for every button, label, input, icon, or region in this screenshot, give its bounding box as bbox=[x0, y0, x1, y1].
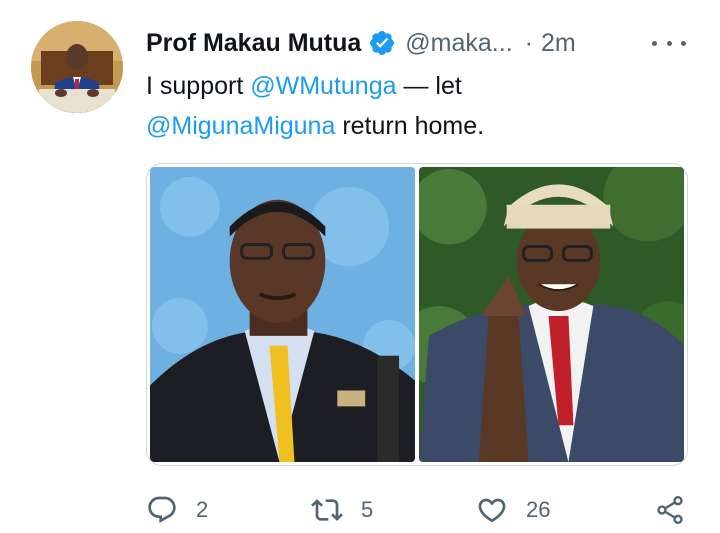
retweet-icon bbox=[311, 499, 343, 521]
like-count: 26 bbox=[526, 497, 551, 522]
more-dot-icon bbox=[652, 40, 657, 46]
separator-dot: · bbox=[524, 28, 533, 57]
more-options-button[interactable] bbox=[652, 30, 686, 56]
tweet-text: I support @WMutunga — let @MigunaMiguna … bbox=[146, 66, 666, 146]
photo-image bbox=[150, 167, 415, 462]
reply-icon bbox=[148, 496, 176, 523]
retweet-button[interactable]: 5 bbox=[311, 490, 373, 530]
more-dot-icon bbox=[681, 40, 686, 46]
media-photo-1[interactable] bbox=[150, 167, 415, 462]
reply-button[interactable]: 2 bbox=[146, 490, 208, 530]
reply-count: 2 bbox=[196, 497, 209, 522]
tweet-text-segment: — let bbox=[396, 72, 462, 100]
avatar-image bbox=[31, 21, 123, 113]
tweet-header: Prof Makau Mutua @maka... · 2m bbox=[146, 26, 576, 60]
media-photo-2[interactable] bbox=[419, 167, 684, 462]
author-handle[interactable]: @maka... bbox=[405, 29, 512, 58]
share-button[interactable] bbox=[654, 490, 686, 530]
author-name[interactable]: Prof Makau Mutua bbox=[146, 29, 361, 58]
photo-image bbox=[419, 167, 684, 462]
author-avatar[interactable] bbox=[31, 21, 123, 113]
verified-badge-icon bbox=[368, 29, 396, 57]
heart-icon bbox=[478, 498, 506, 523]
tweet-timestamp[interactable]: 2m bbox=[541, 29, 576, 58]
media-grid bbox=[146, 163, 688, 466]
retweet-count: 5 bbox=[361, 497, 374, 522]
mention-link[interactable]: @WMutunga bbox=[250, 72, 396, 100]
mention-link[interactable]: @MigunaMiguna bbox=[146, 112, 335, 140]
tweet-actions: 2 5 26 bbox=[146, 490, 691, 530]
tweet-text-segment: return home. bbox=[335, 112, 485, 140]
more-dot-icon bbox=[666, 40, 672, 46]
tweet-text-segment: I support bbox=[146, 72, 251, 100]
share-icon bbox=[657, 496, 683, 524]
tweet-card: Prof Makau Mutua @maka... · 2m I support… bbox=[0, 0, 720, 533]
like-button[interactable]: 26 bbox=[476, 490, 550, 530]
